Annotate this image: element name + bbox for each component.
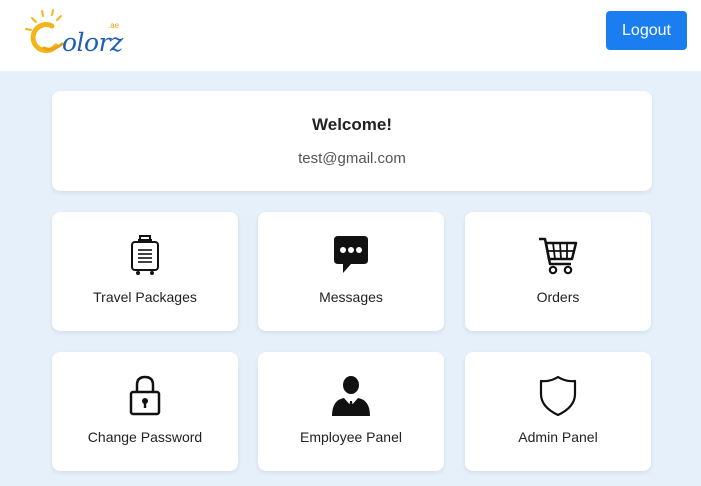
tile-travel-packages[interactable]: Travel Packages: [52, 212, 238, 331]
tile-label: Orders: [536, 289, 580, 305]
tile-label: Admin Panel: [518, 429, 598, 445]
tile-label: Travel Packages: [93, 289, 197, 305]
tile-change-password[interactable]: Change Password: [52, 352, 238, 471]
tile-admin-panel[interactable]: Admin Panel: [465, 352, 651, 471]
tile-employee-panel[interactable]: Employee Panel: [258, 352, 444, 471]
top-header: olorz .ae Logout: [0, 0, 701, 71]
shopping-cart-icon: [539, 237, 578, 275]
tile-label: Messages: [319, 289, 383, 305]
tile-label: Employee Panel: [300, 429, 402, 445]
shield-icon: [539, 375, 577, 416]
employee-icon: [332, 376, 370, 416]
logo-domain-suffix: .ae: [108, 21, 120, 30]
user-email: test@gmail.com: [298, 150, 406, 167]
luggage-icon: [131, 235, 159, 275]
tile-messages[interactable]: Messages: [258, 212, 444, 331]
site-logo[interactable]: olorz .ae: [22, 8, 123, 60]
chat-bubble-icon: [334, 236, 368, 273]
tile-label: Change Password: [87, 429, 203, 445]
logo-wordmark: olorz: [62, 28, 123, 57]
tile-orders[interactable]: Orders: [465, 212, 651, 331]
welcome-title: Welcome!: [312, 115, 392, 134]
padlock-icon: [129, 375, 161, 416]
logout-button[interactable]: Logout: [606, 11, 687, 50]
welcome-card: Welcome! test@gmail.com: [52, 91, 652, 191]
